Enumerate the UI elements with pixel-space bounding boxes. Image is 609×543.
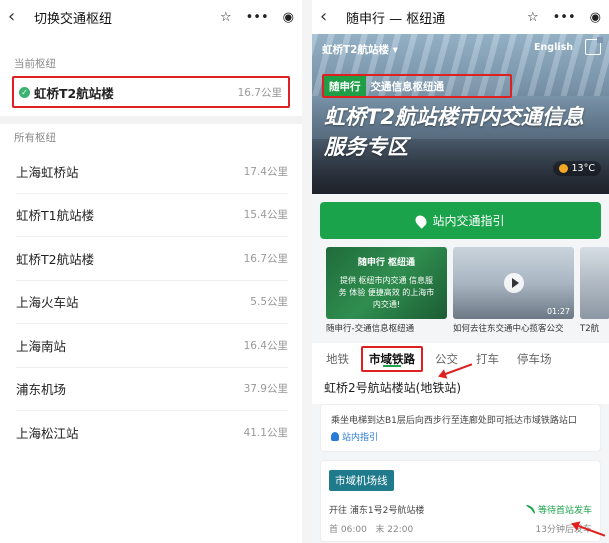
transport-tabs: 地铁 市域铁路 公交 打车 停车场 <box>312 343 609 375</box>
weather-badge: 13°C <box>552 161 601 176</box>
video-thumbnail <box>580 247 609 319</box>
station-guide-button[interactable]: 站内交通指引 <box>320 202 601 239</box>
all-hubs-label: 所有枢纽 <box>14 131 56 144</box>
play-icon[interactable] <box>503 273 524 293</box>
in-station-guide-label: 站内指引 <box>342 433 379 443</box>
hub-distance: 41.1公里 <box>243 427 288 440</box>
tab-taxi[interactable]: 打车 <box>476 351 499 367</box>
video-thumbnail: 随申行 枢纽通 提供 枢纽市内交通 信息服务 体验 便捷高效 的上海市内交通! <box>326 247 447 319</box>
top-bar: ‹ 切换交通枢纽 ☆ ••• ◉ <box>0 0 302 34</box>
hub-item[interactable]: 上海松江站 41.1公里 <box>16 411 288 455</box>
thumb-title: 随申行 枢纽通 <box>357 258 416 268</box>
line-card[interactable]: 市域机场线 开往 浦东1号2号航站楼 等待首站发车 首 06:00 末 22:0… <box>320 460 601 542</box>
hero-headline: 虹桥T2航站楼市内交通信息服务专区 <box>324 105 584 159</box>
station-info-card: 乘坐电梯到达B1层后向西步行至连廊处即可抵达市域铁路站口 站内指引 <box>320 404 601 452</box>
video-caption: 如何去往东交通中心揽客公交 <box>453 324 564 334</box>
line-direction: 开往 浦东1号2号航站楼 <box>329 506 425 516</box>
station-info-text: 乘坐电梯到达B1层后向西步行至连廊处即可抵达市域铁路站口 <box>331 416 577 426</box>
share-icon[interactable] <box>585 37 603 55</box>
top-bar-actions: ☆ ••• ◉ <box>527 11 601 24</box>
tab-city-railway[interactable]: 市域铁路 <box>361 346 423 372</box>
person-icon <box>331 432 339 441</box>
hub-info-panel: ‹ 随申行 — 枢纽通 ☆ ••• ◉ 虹桥T2航站楼 ▾ English 随申… <box>312 0 609 543</box>
video-card[interactable]: 随申行 枢纽通 提供 枢纽市内交通 信息服务 体验 便捷高效 的上海市内交通! … <box>326 247 447 334</box>
signal-icon <box>525 505 535 514</box>
back-icon[interactable]: ‹ <box>8 8 28 26</box>
line-direction-row: 开往 浦东1号2号航站楼 等待首站发车 <box>329 503 592 516</box>
line-badge: 市域机场线 <box>329 470 394 491</box>
last-train: 末 22:00 <box>375 525 414 535</box>
video-cards: 随申行 枢纽通 提供 枢纽市内交通 信息服务 体验 便捷高效 的上海市内交通! … <box>326 247 609 334</box>
star-icon[interactable]: ☆ <box>527 11 539 24</box>
video-card[interactable]: 01:27 如何去往东交通中心揽客公交 <box>453 247 574 334</box>
tab-metro[interactable]: 地铁 <box>326 351 349 367</box>
page-title: 随申行 — 枢纽通 <box>346 11 446 27</box>
hub-item[interactable]: 上海火车站 5.5公里 <box>16 281 288 324</box>
more-icon[interactable]: ••• <box>246 11 269 24</box>
hub-distance: 5.5公里 <box>250 296 288 309</box>
hero-banner: 虹桥T2航站楼 ▾ English 随申行 交通信息枢纽通 虹桥T2航站楼市内交… <box>312 34 609 194</box>
hub-list: 上海虹桥站 17.4公里 虹桥T1航站楼 15.4公里 虹桥T2航站楼 16.7公里 … <box>0 150 302 455</box>
hub-name: 上海南站 <box>16 338 67 354</box>
hub-distance: 37.9公里 <box>243 383 288 396</box>
location-pin-icon <box>413 212 430 229</box>
tab-parking[interactable]: 停车场 <box>517 351 552 367</box>
current-hub-name-wrap: ✓ 虹桥T2航站楼 <box>19 83 114 102</box>
hub-name: 上海虹桥站 <box>16 164 79 180</box>
video-caption: T2航 <box>580 324 600 334</box>
line-status: 等待首站发车 <box>525 503 592 516</box>
current-hub-row[interactable]: ✓ 虹桥T2航站楼 16.7公里 <box>12 76 290 108</box>
top-bar-actions: ☆ ••• ◉ <box>220 11 294 24</box>
hub-item[interactable]: 上海南站 16.4公里 <box>16 324 288 368</box>
record-icon[interactable]: ◉ <box>590 11 601 24</box>
english-toggle[interactable]: English <box>534 42 573 53</box>
more-icon[interactable]: ••• <box>553 11 576 24</box>
back-icon[interactable]: ‹ <box>320 8 340 26</box>
hub-distance: 15.4公里 <box>243 209 288 222</box>
line-time-row: 首 06:00 末 22:00 13分钟后发车 <box>329 522 592 535</box>
station-selector[interactable]: 虹桥T2航站楼 ▾ <box>322 42 398 57</box>
hub-distance: 16.4公里 <box>243 339 288 352</box>
current-hub-distance: 16.7公里 <box>237 86 282 99</box>
record-icon[interactable]: ◉ <box>283 11 294 24</box>
line-status-text: 等待首站发车 <box>537 506 592 516</box>
brand-subtitle: 交通信息枢纽通 <box>370 80 445 93</box>
station-guide-label: 站内交通指引 <box>432 214 505 228</box>
current-hub-name: 虹桥T2航站楼 <box>34 85 114 101</box>
video-thumbnail: 01:27 <box>453 247 574 319</box>
first-train: 首 06:00 <box>329 525 367 535</box>
video-caption: 随申行-交通信息枢纽通 <box>326 324 415 334</box>
hub-name: 浦东机场 <box>16 382 67 398</box>
hub-name: 虹桥T1航站楼 <box>16 208 95 224</box>
sun-icon <box>558 164 568 173</box>
hub-distance: 16.7公里 <box>243 252 288 265</box>
hub-name: 上海火车站 <box>16 295 79 311</box>
station-heading: 虹桥2号航站楼站(地铁站) <box>312 375 609 404</box>
in-station-guide-link[interactable]: 站内指引 <box>331 430 590 443</box>
check-icon: ✓ <box>19 86 30 98</box>
thumb-text: 提供 枢纽市内交通 信息服务 体验 便捷高效 的上海市内交通! <box>338 276 435 309</box>
brand-logo-bar: 随申行 交通信息枢纽通 <box>322 74 512 98</box>
hub-item[interactable]: 虹桥T2航站楼 16.7公里 <box>16 237 288 281</box>
star-icon[interactable]: ☆ <box>220 11 232 24</box>
hub-name: 虹桥T2航站楼 <box>16 251 95 267</box>
video-card[interactable]: T2航 <box>580 247 609 334</box>
panel-divider <box>302 0 312 543</box>
hub-item[interactable]: 上海虹桥站 17.4公里 <box>16 150 288 194</box>
tab-bus[interactable]: 公交 <box>435 351 458 367</box>
hub-distance: 17.4公里 <box>243 165 288 178</box>
hub-name: 上海松江站 <box>16 426 79 442</box>
hub-item[interactable]: 虹桥T1航站楼 15.4公里 <box>16 194 288 237</box>
top-bar: ‹ 随申行 — 枢纽通 ☆ ••• ◉ <box>312 0 609 34</box>
hub-switch-panel: ‹ 切换交通枢纽 ☆ ••• ◉ 当前枢纽 ✓ 虹桥T2航站楼 16.7公里 所… <box>0 0 302 543</box>
brand-name: 随申行 <box>324 76 366 96</box>
page-title: 切换交通枢纽 <box>34 11 113 27</box>
section-gap <box>0 116 302 124</box>
weather-temp: 13°C <box>571 163 595 174</box>
video-duration: 01:27 <box>546 307 570 316</box>
line-hours: 首 06:00 末 22:00 <box>329 522 413 535</box>
hub-item[interactable]: 浦东机场 37.9公里 <box>16 368 288 411</box>
current-hub-label: 当前枢纽 <box>14 57 56 70</box>
